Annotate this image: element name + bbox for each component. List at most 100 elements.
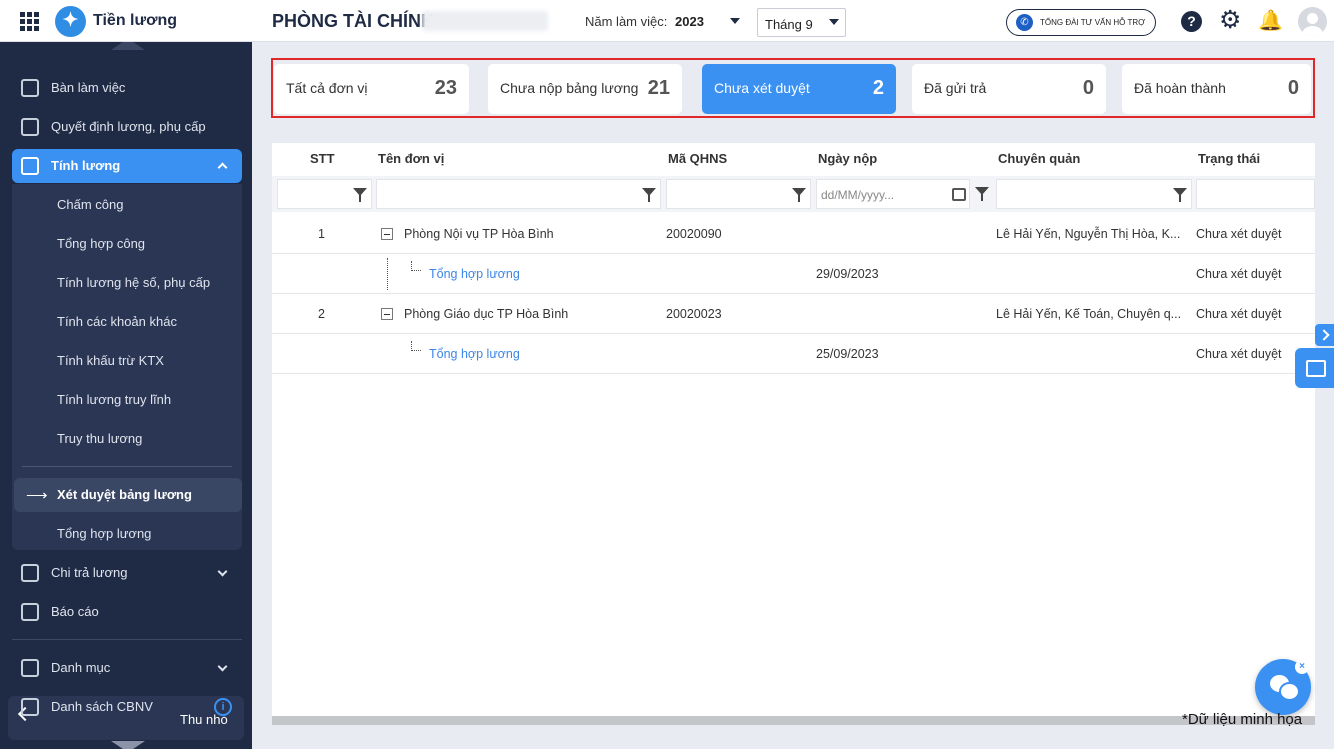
- column-header-date[interactable]: Ngày nộp: [818, 151, 877, 166]
- column-header-manager[interactable]: Chuyên quản: [998, 151, 1080, 166]
- card-count: 23: [434, 77, 457, 99]
- sub-item-other-items[interactable]: Tính các khoản khác: [57, 314, 177, 329]
- cell-unit-name-link[interactable]: Tổng hợp lương: [429, 267, 520, 281]
- submenu-divider: [22, 466, 232, 467]
- sidebar-item-label: Báo cáo: [51, 604, 99, 619]
- card-all-units[interactable]: Tất cả đơn vị 23: [274, 64, 469, 114]
- sub-item-attendance-summary[interactable]: Tổng hợp công: [57, 236, 145, 251]
- calendar-icon[interactable]: [952, 188, 966, 201]
- filter-icon[interactable]: [642, 188, 656, 202]
- filter-stt[interactable]: [277, 179, 372, 209]
- cell-stt: 1: [318, 227, 325, 241]
- collapse-icon[interactable]: [381, 308, 393, 320]
- card-not-submitted[interactable]: Chưa nộp bảng lương 21: [488, 64, 682, 114]
- cell-unit-name: Phòng Giáo dục TP Hòa Bình: [404, 307, 569, 321]
- cell-status: Chưa xét duyệt: [1196, 267, 1282, 281]
- support-hotline-button[interactable]: ✆ TỔNG ĐÀI TƯ VẤN HỖ TRỢ: [1006, 9, 1156, 36]
- top-bar: ✦ Tiền lương PHÒNG TÀI CHÍNH Năm làm việ…: [0, 0, 1334, 42]
- chevron-down-icon: [217, 661, 228, 672]
- sidebar-item-salary-payment[interactable]: Chi trả lương: [12, 556, 242, 590]
- cell-date: 29/09/2023: [816, 267, 879, 281]
- cell-status: Chưa xét duyệt: [1196, 307, 1282, 321]
- card-pending-approval[interactable]: Chưa xét duyệt 2: [702, 64, 896, 114]
- year-value[interactable]: 2023: [675, 14, 704, 29]
- sidebar-item-label: Danh sách CBNV: [51, 699, 153, 714]
- apps-grid-icon[interactable]: [20, 12, 39, 31]
- sidebar-item-salary-decision[interactable]: Quyết định lương, phụ cấp: [12, 110, 242, 144]
- app-logo-icon: ✦: [55, 6, 86, 37]
- column-header-unit-name[interactable]: Tên đơn vị: [378, 151, 444, 166]
- sub-item-coefficient-salary[interactable]: Tính lương hệ số, phụ cấp: [57, 275, 210, 290]
- card-count: 21: [647, 77, 670, 99]
- column-header-code[interactable]: Mã QHNS: [668, 151, 727, 166]
- cell-manager: Lê Hải Yến, Nguyễn Thị Hòa, K...: [996, 227, 1181, 241]
- sidebar-item-catalog[interactable]: Danh mục: [12, 651, 242, 685]
- sub-item-payroll-approval[interactable]: ⟶ Xét duyệt bảng lương: [14, 478, 242, 512]
- table-row[interactable]: 1 Phòng Nội vụ TP Hòa Bình 20020090 Lê H…: [272, 214, 1315, 254]
- arrow-right-icon: ⟶: [26, 487, 48, 504]
- table-row[interactable]: Tổng hợp lương 29/09/2023 Chưa xét duyệt: [272, 254, 1315, 294]
- sub-item-ktx-deduction[interactable]: Tính khấu trừ KTX: [57, 353, 164, 368]
- collapse-icon[interactable]: [381, 228, 393, 240]
- card-label: Chưa nộp bảng lương: [500, 80, 639, 96]
- scroll-up-handle[interactable]: [111, 42, 145, 50]
- filter-unit-name[interactable]: [376, 179, 661, 209]
- close-chat-icon[interactable]: ×: [1295, 660, 1309, 674]
- sub-item-attendance[interactable]: Chấm công: [57, 197, 123, 212]
- card-count: 0: [1082, 77, 1094, 99]
- filter-code[interactable]: [666, 179, 811, 209]
- card-count: 2: [872, 77, 884, 99]
- card-returned[interactable]: Đã gửi trả 0: [912, 64, 1106, 114]
- column-header-status[interactable]: Trạng thái: [1198, 151, 1260, 166]
- card-completed[interactable]: Đã hoàn thành 0: [1122, 64, 1311, 114]
- date-placeholder: dd/MM/yyyy...: [821, 188, 895, 202]
- sub-item-label: Xét duyệt bảng lương: [57, 487, 192, 502]
- table-row[interactable]: 2 Phòng Giáo dục TP Hòa Bình 20020023 Lê…: [272, 294, 1315, 334]
- redacted-org-name: [422, 11, 548, 31]
- filter-icon[interactable]: [353, 188, 367, 202]
- year-chevron-down-icon[interactable]: [730, 18, 740, 24]
- card-label: Tất cả đơn vị: [286, 80, 368, 96]
- filter-date[interactable]: dd/MM/yyyy...: [816, 179, 970, 209]
- org-title: PHÒNG TÀI CHÍNH: [272, 11, 434, 31]
- calculator-icon: [21, 157, 39, 175]
- filter-date-icon[interactable]: [975, 187, 989, 201]
- desk-icon: [21, 79, 39, 97]
- sidebar-item-label: Quyết định lương, phụ cấp: [51, 119, 206, 134]
- info-icon[interactable]: i: [214, 698, 232, 716]
- year-label: Năm làm việc:: [585, 14, 668, 29]
- bell-icon[interactable]: 🔔: [1258, 8, 1283, 33]
- table-row[interactable]: Tổng hợp lương 25/09/2023 Chưa xét duyệt: [272, 334, 1315, 374]
- filter-manager[interactable]: [996, 179, 1192, 209]
- app-title: Tiền lương: [93, 12, 177, 29]
- horizontal-scrollbar[interactable]: [272, 716, 1315, 725]
- sidebar-item-desk[interactable]: Bàn làm việc: [12, 71, 242, 105]
- avatar[interactable]: [1298, 7, 1327, 36]
- gear-icon[interactable]: ⚙: [1219, 7, 1241, 33]
- filter-icon[interactable]: [792, 188, 806, 202]
- sidebar-item-report[interactable]: Báo cáo: [12, 595, 242, 629]
- phone-icon: ✆: [1016, 14, 1033, 31]
- money-icon: [21, 564, 39, 582]
- sidebar: Bàn làm việc Quyết định lương, phụ cấp T…: [0, 42, 252, 749]
- bar-chart-icon: [21, 603, 39, 621]
- card-label: Đã gửi trả: [924, 80, 987, 96]
- feedback-button[interactable]: [1295, 348, 1334, 388]
- sidebar-item-salary-calc[interactable]: Tính lương: [12, 149, 242, 183]
- filter-status[interactable]: [1196, 179, 1315, 209]
- filter-icon[interactable]: [1173, 188, 1187, 202]
- sub-item-recovery[interactable]: Truy thu lương: [57, 431, 142, 446]
- expand-panel-button[interactable]: [1315, 324, 1334, 346]
- sidebar-item-employee-list[interactable]: Danh sách CBNV: [12, 690, 242, 724]
- month-select[interactable]: Tháng 9: [757, 8, 846, 37]
- chevron-up-icon: [217, 162, 228, 173]
- cell-code: 20020090: [666, 227, 722, 241]
- sub-item-payroll-summary[interactable]: Tổng hợp lương: [57, 526, 151, 541]
- sidebar-item-label: Tính lương: [51, 158, 121, 173]
- scroll-down-handle[interactable]: [111, 741, 145, 749]
- help-icon[interactable]: ?: [1181, 11, 1202, 32]
- list-icon: [21, 659, 39, 677]
- column-header-stt[interactable]: STT: [310, 151, 335, 166]
- cell-unit-name-link[interactable]: Tổng hợp lương: [429, 347, 520, 361]
- sub-item-back-pay[interactable]: Tính lương truy lĩnh: [57, 392, 171, 407]
